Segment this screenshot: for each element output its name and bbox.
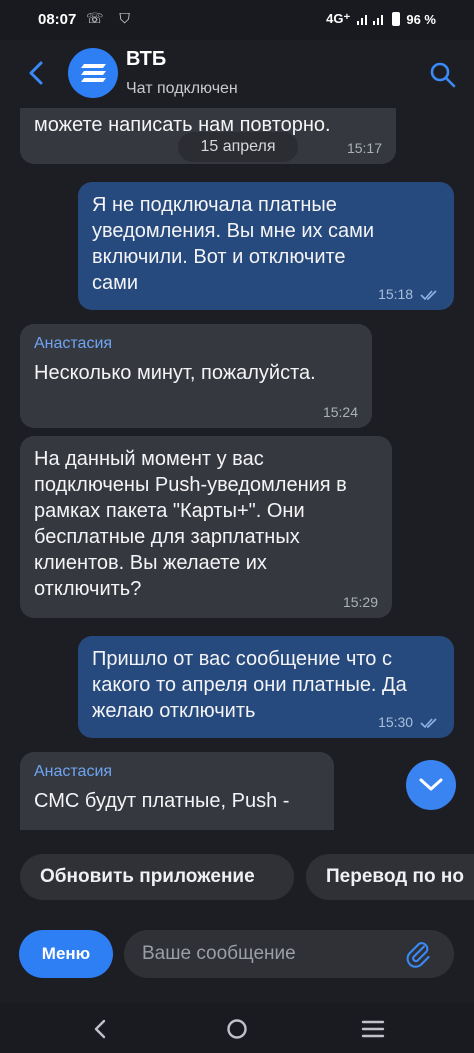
status-left-icons: ☏ ⛉ [86,10,136,26]
avatar[interactable] [68,48,118,98]
message-time: 15:17 [346,140,382,156]
message-text: На данный момент у вас подключены Push-у… [34,448,347,600]
date-chip: 15 апреля [178,132,298,162]
chevron-down-icon [419,778,443,791]
back-arrow-icon[interactable] [22,58,52,88]
message-time: 15:30 [378,714,440,730]
nav-recents-icon[interactable] [358,1015,388,1043]
message-time-label: 15:18 [378,286,414,302]
sender-name: Анастасия [34,335,113,352]
status-right: 4G⁺ 96 % [326,11,436,27]
message-list[interactable]: можете написать нам повторно. 15:17 15 а… [0,108,474,830]
nav-back-icon[interactable] [86,1015,116,1043]
chat-header: ВТБ Чат подключен [0,40,474,108]
paperclip-icon[interactable] [404,940,434,970]
search-icon[interactable] [428,60,458,90]
chat-status: Чат подключен [126,80,238,97]
signal-icon [357,15,384,25]
message-bubble[interactable]: Анастасия Несколько минут, пожалуйста. 1… [20,324,372,428]
quick-replies: Обновить приложение Перевод по но [0,846,474,910]
chat-title: ВТБ [126,48,167,70]
battery-percent: 96 % [406,11,436,27]
message-time: 15:24 [322,404,358,420]
message-time-label: 15:30 [378,714,414,730]
message-text: СМС будут платные, Push - [34,790,290,812]
status-bar: 08:07 ☏ ⛉ 4G⁺ 96 % [0,0,474,40]
quick-reply-chip[interactable]: Обновить приложение [20,854,294,900]
menu-button[interactable]: Меню [19,930,113,978]
nav-home-icon[interactable] [222,1015,252,1043]
battery-icon [392,12,401,26]
status-time: 08:07 [38,11,77,28]
vtb-logo-icon [81,64,106,82]
message-bubble[interactable]: Пришло от вас сообщение что с какого то … [78,636,454,738]
double-check-icon [420,718,437,729]
composer: Меню [0,918,474,998]
sender-name: Анастасия [34,763,113,780]
message-text: Пришло от вас сообщение что с какого то … [92,648,407,722]
message-text: Я не подключала платные уведомления. Вы … [92,194,375,294]
message-bubble[interactable]: На данный момент у вас подключены Push-у… [20,436,392,618]
message-text: Несколько минут, пожалуйста. [34,362,316,384]
quick-reply-chip[interactable]: Перевод по но [306,854,474,900]
message-bubble[interactable]: Анастасия СМС будут платные, Push - [20,752,334,830]
message-time: 15:18 [378,286,440,302]
message-bubble[interactable]: Я не подключала платные уведомления. Вы … [78,182,454,310]
message-time: 15:29 [342,594,378,610]
network-label: 4G⁺ [326,11,351,26]
system-nav-bar [0,1003,474,1053]
double-check-icon [420,290,437,301]
scroll-down-button[interactable] [406,760,456,810]
